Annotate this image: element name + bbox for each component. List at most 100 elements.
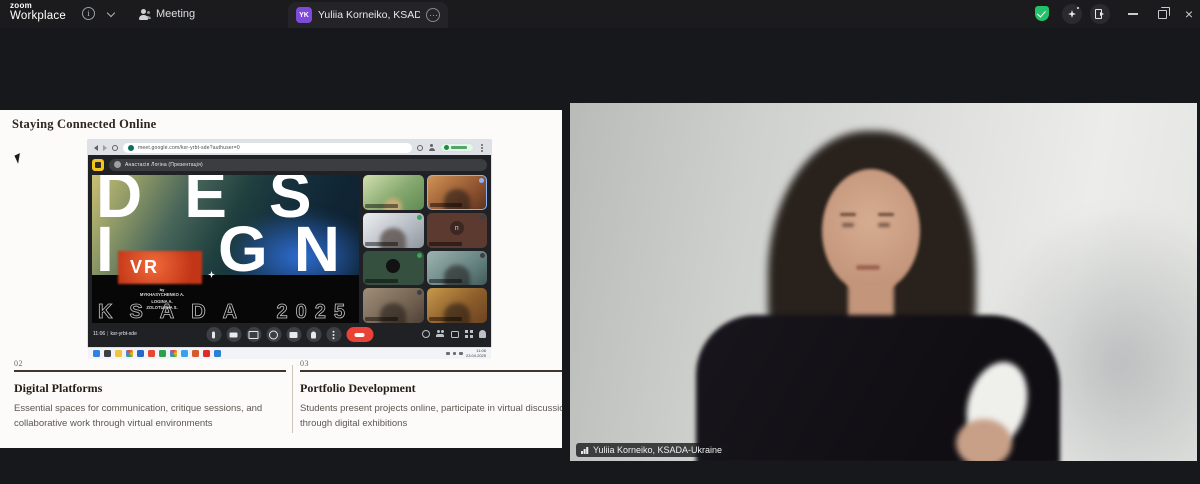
camera-button (226, 327, 241, 342)
presenting-banner: Анастасія Логіна (Презентація) (92, 158, 487, 171)
slide-section-digital-platforms: 02 Digital Platforms Essential spaces fo… (14, 359, 286, 431)
slide-section-portfolio-development: 03 Portfolio Development Students presen… (300, 359, 562, 431)
participant-name-blur (429, 242, 462, 246)
connection-signal-icon (581, 446, 589, 454)
speaker-feature (840, 213, 856, 216)
sparkle-icon (1068, 10, 1076, 18)
poster-letters-gn: GN (218, 217, 359, 281)
google-meet-window: Анастасія Логіна (Презентація) DES I GN … (88, 155, 491, 347)
window-close-button[interactable]: × (1176, 0, 1200, 28)
taskbar-clock: 11:06 23.04.2025 (466, 349, 486, 359)
section-divider (300, 370, 562, 372)
window-maximize-button[interactable] (1149, 0, 1175, 28)
host-controls-icon (479, 330, 486, 338)
present-button (286, 327, 301, 342)
speaker-feature (856, 265, 880, 270)
speaker-name-label: Yuliia Korneiko, KSADA-Ukraine (593, 445, 722, 455)
info-icon[interactable]: i (82, 7, 95, 20)
brand-workplace: Workplace (10, 11, 66, 23)
system-tray: 11:06 23.04.2025 (446, 349, 486, 359)
start-icon (93, 350, 100, 357)
meet-favicon (128, 145, 134, 151)
youtube-icon (203, 350, 210, 357)
participants-icon (436, 330, 445, 338)
meet-code: ksr-yrbt-sde (110, 331, 136, 337)
participant-name-blur (365, 317, 398, 321)
tab-meeting[interactable]: Meeting (138, 0, 195, 28)
brand-zoom: zoom (10, 2, 66, 10)
tab-more-icon[interactable] (426, 8, 440, 22)
more-options-button (326, 327, 341, 342)
speaker-feature (878, 213, 894, 216)
tray-icon (446, 352, 450, 356)
chevron-down-icon[interactable] (107, 9, 115, 17)
window-minimize-button[interactable] (1120, 0, 1146, 28)
participant-name-blur (365, 279, 398, 283)
poster-footer: KSADA 2025 (98, 302, 353, 322)
meet-buttons (206, 327, 373, 342)
participant-tile (427, 288, 488, 323)
titlebar: zoom Workplace i Meeting YK Yuliia Korne… (0, 0, 1200, 28)
participant-grid: п (363, 175, 487, 323)
speaker-feature (878, 223, 890, 227)
mouse-cursor-icon (14, 153, 23, 164)
slide-title: Staying Connected Online (12, 117, 156, 132)
separator: | (107, 331, 108, 337)
tab-active-meeting[interactable]: YK Yuliia Korneiko, KSADA-Ukraine's (288, 2, 448, 28)
leave-arrow-icon (1100, 12, 1104, 16)
poster-vr: VR (130, 257, 159, 278)
participant-tile (363, 175, 424, 210)
section-number: 03 (300, 359, 562, 368)
meeting-info-icon (422, 330, 430, 338)
browser-chrome-bar: meet.google.com/ksr-yrbt-sde?authuser=0 (88, 140, 491, 155)
section-body: Students present projects online, partic… (300, 402, 562, 431)
reload-icon (112, 145, 118, 151)
meet-body: DES I GN VR by MYKHASYCHENKO A. LOGINA A… (92, 175, 487, 323)
participant-name-blur (430, 203, 462, 207)
reactions-button (266, 327, 281, 342)
participant-name-blur (429, 317, 462, 321)
zoom-workplace-window: zoom Workplace i Meeting YK Yuliia Korne… (0, 0, 1200, 484)
shared-screen-panel: Staying Connected Online meet.google.com… (0, 110, 562, 448)
profile-icon (428, 144, 435, 151)
meet-control-bar: 11:06|ksr-yrbt-sde (88, 323, 491, 347)
participant-name-blur (429, 279, 462, 283)
account-text-blur (451, 146, 467, 148)
speaker-video-tile[interactable]: Yuliia Korneiko, KSADA-Ukraine (570, 103, 1197, 461)
taskbar-app-icon (148, 350, 155, 357)
browser-screenshot: meet.google.com/ksr-yrbt-sde?authuser=0 … (88, 140, 491, 347)
mic-muted-icon (480, 215, 485, 220)
section-vertical-divider (292, 365, 293, 433)
active-tab-label: Yuliia Korneiko, KSADA-Ukraine's (318, 9, 420, 21)
chat-icon (451, 331, 459, 338)
leave-meeting-button[interactable] (1090, 4, 1110, 24)
participant-avatar: п (450, 221, 464, 235)
gear-icon (417, 145, 423, 151)
presentation-app-icon (92, 159, 104, 171)
taskbar-app-icon (214, 350, 221, 357)
section-heading: Portfolio Development (300, 381, 562, 396)
chrome-icon (170, 350, 177, 357)
taskbar-app-icon (104, 350, 111, 357)
section-number: 02 (14, 359, 286, 368)
zoom-workplace-logo: zoom Workplace (10, 2, 66, 23)
captions-button (246, 327, 261, 342)
taskbar-app-icon (159, 350, 166, 357)
participant-tile (427, 175, 488, 210)
design-vr-poster: DES I GN VR by MYKHASYCHENKO A. LOGINA A… (92, 175, 359, 323)
meeting-time-code: 11:06|ksr-yrbt-sde (93, 331, 137, 337)
taskbar-app-icon (137, 350, 144, 357)
participant-tile: п (427, 213, 488, 248)
participant-name-blur (365, 242, 398, 246)
account-dot-icon (444, 145, 449, 150)
participant-tile (363, 213, 424, 248)
security-shield-icon[interactable] (1035, 6, 1049, 21)
mic-muted-icon (480, 253, 485, 258)
poster-author-1: MYKHASYCHENKO A. (114, 292, 210, 299)
poster-year: 2025 (277, 302, 354, 322)
avatar: YK (296, 7, 312, 23)
ai-companion-button[interactable] (1062, 4, 1082, 24)
tray-icon (453, 352, 457, 356)
speaking-indicator (417, 253, 422, 258)
participant-tile (363, 288, 424, 323)
